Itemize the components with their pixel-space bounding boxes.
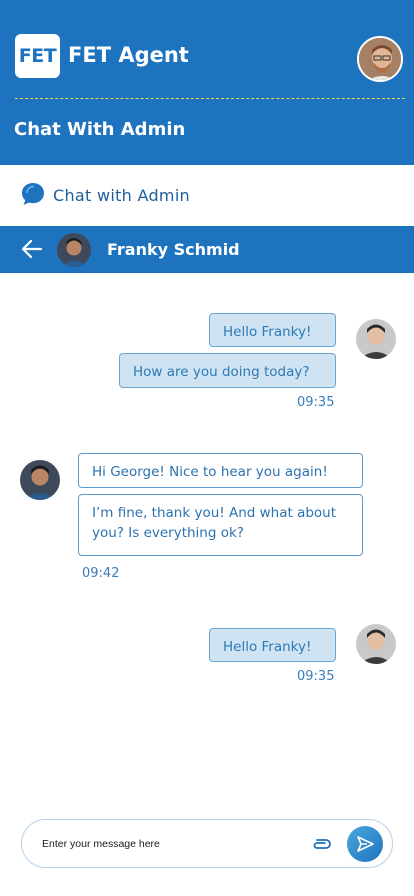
send-icon (357, 836, 374, 852)
page-title: Chat With Admin (14, 119, 186, 140)
message-bubble-sent: Hello Franky! (209, 313, 336, 347)
message-bubble-received: I’m fine, thank you! And what about you?… (78, 494, 363, 556)
arrow-left-icon[interactable] (20, 236, 44, 262)
contact-name: Franky Schmid (107, 240, 240, 259)
user-avatar[interactable] (357, 36, 403, 82)
message-time: 09:42 (82, 566, 120, 581)
message-bubble-sent: How are you doing today? (119, 353, 336, 388)
app-header (0, 0, 414, 165)
app-logo: FET (15, 34, 60, 78)
contact-message-avatar-image (20, 460, 60, 500)
sender-avatar-image (356, 319, 396, 359)
chat-bubble-icon (22, 183, 44, 205)
message-bubble-sent: Hello Franky! (209, 628, 336, 662)
section-label: Chat with Admin (53, 186, 190, 205)
sender-avatar-image (356, 624, 396, 664)
message-time: 09:35 (297, 395, 335, 410)
sender-avatar (356, 319, 396, 359)
contact-avatar-image (57, 233, 91, 267)
contact-avatar (57, 233, 91, 267)
message-input[interactable] (42, 834, 297, 854)
send-button[interactable] (347, 826, 383, 862)
header-divider (15, 98, 405, 99)
contact-message-avatar (20, 460, 60, 500)
paperclip-icon[interactable] (311, 835, 333, 853)
app-title: FET Agent (68, 43, 189, 67)
message-time: 09:35 (297, 669, 335, 684)
message-bubble-received: Hi George! Nice to hear you again! (78, 453, 363, 488)
sender-avatar (356, 624, 396, 664)
